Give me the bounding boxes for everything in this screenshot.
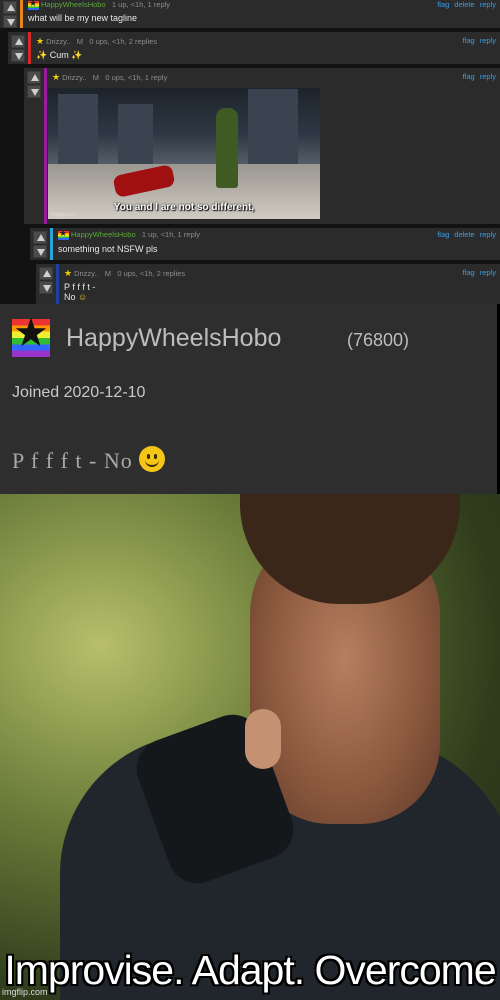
delete-link[interactable]: delete <box>454 0 474 9</box>
comment-meta: 0 ups, <1h, 2 replies <box>117 269 186 278</box>
comment-actions: flag delete reply <box>432 230 496 239</box>
comment: ★ Drizzy.. M 0 ups, <1h, 2 replies flag re… <box>8 32 500 64</box>
vote-controls <box>30 228 50 260</box>
upvote-icon[interactable] <box>39 267 53 280</box>
tagline-text: P f f f t - No <box>12 448 133 473</box>
reply-link[interactable]: reply <box>480 36 496 45</box>
building-shape <box>248 89 298 164</box>
thread-bar <box>56 264 59 304</box>
goblin-figure <box>216 108 238 188</box>
vote-controls <box>36 264 56 304</box>
reply-link[interactable]: reply <box>480 72 496 81</box>
thread-bar <box>28 32 31 64</box>
vote-controls <box>8 32 28 64</box>
comment-meta: 0 ups, <1h, 1 reply <box>105 73 168 82</box>
thread-bar <box>50 228 53 260</box>
improvise-meme-image: Improvise. Adapt. Overcome imgflip.com <box>0 494 500 1000</box>
watermark: imgflip.com <box>2 987 48 997</box>
building-shape <box>58 94 98 164</box>
profile-card: ★ HappyWheelsHobo (76800) Joined 2020-12… <box>0 304 497 494</box>
profile-joined-date: Joined 2020-12-10 <box>12 384 146 401</box>
comment-text-value: No <box>64 292 76 302</box>
comment-text-value: Cum <box>49 50 69 60</box>
comment: HappyWheelsHobo 1 up, <1h, 1 reply flagd… <box>0 0 500 28</box>
spiderman-meme-image[interactable]: You and I are not so different, imgflip.… <box>48 88 320 219</box>
downvote-icon[interactable] <box>3 15 17 28</box>
comment-thread: HappyWheelsHobo 1 up, <1h, 1 reply flagd… <box>0 0 500 304</box>
profile-score: (76800) <box>347 330 410 350</box>
star-icon: ★ <box>64 268 73 278</box>
meme-caption: Improvise. Adapt. Overcome <box>4 947 496 993</box>
vote-controls <box>0 0 20 28</box>
comment-header: ★ Drizzy.. M 0 ups, <1h, 2 replies <box>64 268 185 279</box>
thread-bar <box>20 0 23 28</box>
comment-username[interactable]: HappyWheelsHobo <box>71 230 136 239</box>
comment-header: HappyWheelsHobo 1 up, <1h, 1 reply <box>58 228 201 240</box>
reply-link[interactable]: reply <box>480 230 496 239</box>
upvote-icon[interactable] <box>11 35 25 48</box>
downvote-icon[interactable] <box>11 49 25 62</box>
mod-badge: M <box>92 73 100 82</box>
comment-username[interactable]: Drizzy.. <box>62 73 86 82</box>
mod-badge: M <box>104 269 112 278</box>
comment-header: ★ Drizzy.. M 0 ups, <1h, 1 reply <box>52 72 167 83</box>
meme-caption: You and I are not so different, <box>113 202 255 213</box>
comment-text: what will be my new tagline <box>28 13 138 23</box>
comment-meta: 0 ups, <1h, 2 replies <box>89 37 158 46</box>
comment-actions: flag delete reply <box>432 0 496 9</box>
rainbow-star-badge-icon <box>58 228 69 240</box>
building-shape <box>118 104 153 164</box>
rainbow-star-badge-icon: ★ <box>12 311 50 357</box>
flag-link[interactable]: flag <box>437 230 449 239</box>
downvote-icon[interactable] <box>39 281 53 294</box>
upvote-icon[interactable] <box>33 231 47 244</box>
comment-text: something not NSFW pls <box>58 244 158 254</box>
comment-text: ✨ Cum ✨ <box>36 50 82 61</box>
upvote-icon[interactable] <box>27 71 41 84</box>
smiley-icon: ☺ <box>78 292 88 302</box>
comment-header: HappyWheelsHobo 1 up, <1h, 1 reply <box>28 0 170 10</box>
upvote-icon[interactable] <box>3 1 17 14</box>
comment-username[interactable]: Drizzy.. <box>74 269 98 278</box>
profile-tagline: P f f f t - No <box>12 446 165 474</box>
comment-meta: 1 up, <1h, 1 reply <box>141 230 201 239</box>
sparkles-icon: ✨ <box>36 50 48 60</box>
comment-actions: flag reply <box>458 72 496 81</box>
flag-link[interactable]: flag <box>463 268 475 277</box>
thread-bar <box>44 68 47 224</box>
comment-text-line2: No ☺ <box>64 292 87 302</box>
comment-actions: flag reply <box>458 268 496 277</box>
flag-link[interactable]: flag <box>463 72 475 81</box>
downvote-icon[interactable] <box>33 245 47 258</box>
reply-link[interactable]: reply <box>480 0 496 9</box>
star-icon: ★ <box>52 72 61 82</box>
finger-shape <box>245 709 281 769</box>
rainbow-star-badge-icon <box>28 0 39 10</box>
comment-username[interactable]: Drizzy.. <box>46 37 70 46</box>
comment-actions: flag reply <box>458 36 496 45</box>
profile-username[interactable]: HappyWheelsHobo <box>66 324 281 353</box>
watermark: imgflip.com <box>51 212 77 218</box>
sparkles-icon: ✨ <box>71 50 83 60</box>
comment-username[interactable]: HappyWheelsHobo <box>41 0 106 9</box>
comment: ★ Drizzy.. M 0 ups, <1h, 2 replies flag re… <box>36 264 500 304</box>
mod-badge: M <box>76 37 84 46</box>
delete-link[interactable]: delete <box>454 230 474 239</box>
comment-text-line1: P f f f t - <box>64 282 96 292</box>
star-icon: ★ <box>36 36 45 46</box>
downvote-icon[interactable] <box>27 85 41 98</box>
vote-controls <box>24 68 44 224</box>
flag-link[interactable]: flag <box>437 0 449 9</box>
smiley-icon <box>138 446 165 472</box>
comment-header: ★ Drizzy.. M 0 ups, <1h, 2 replies <box>36 36 157 47</box>
flag-link[interactable]: flag <box>463 36 475 45</box>
comment: HappyWheelsHobo 1 up, <1h, 1 reply flagd… <box>30 228 500 260</box>
reply-link[interactable]: reply <box>480 268 496 277</box>
comment-meta: 1 up, <1h, 1 reply <box>111 0 171 9</box>
